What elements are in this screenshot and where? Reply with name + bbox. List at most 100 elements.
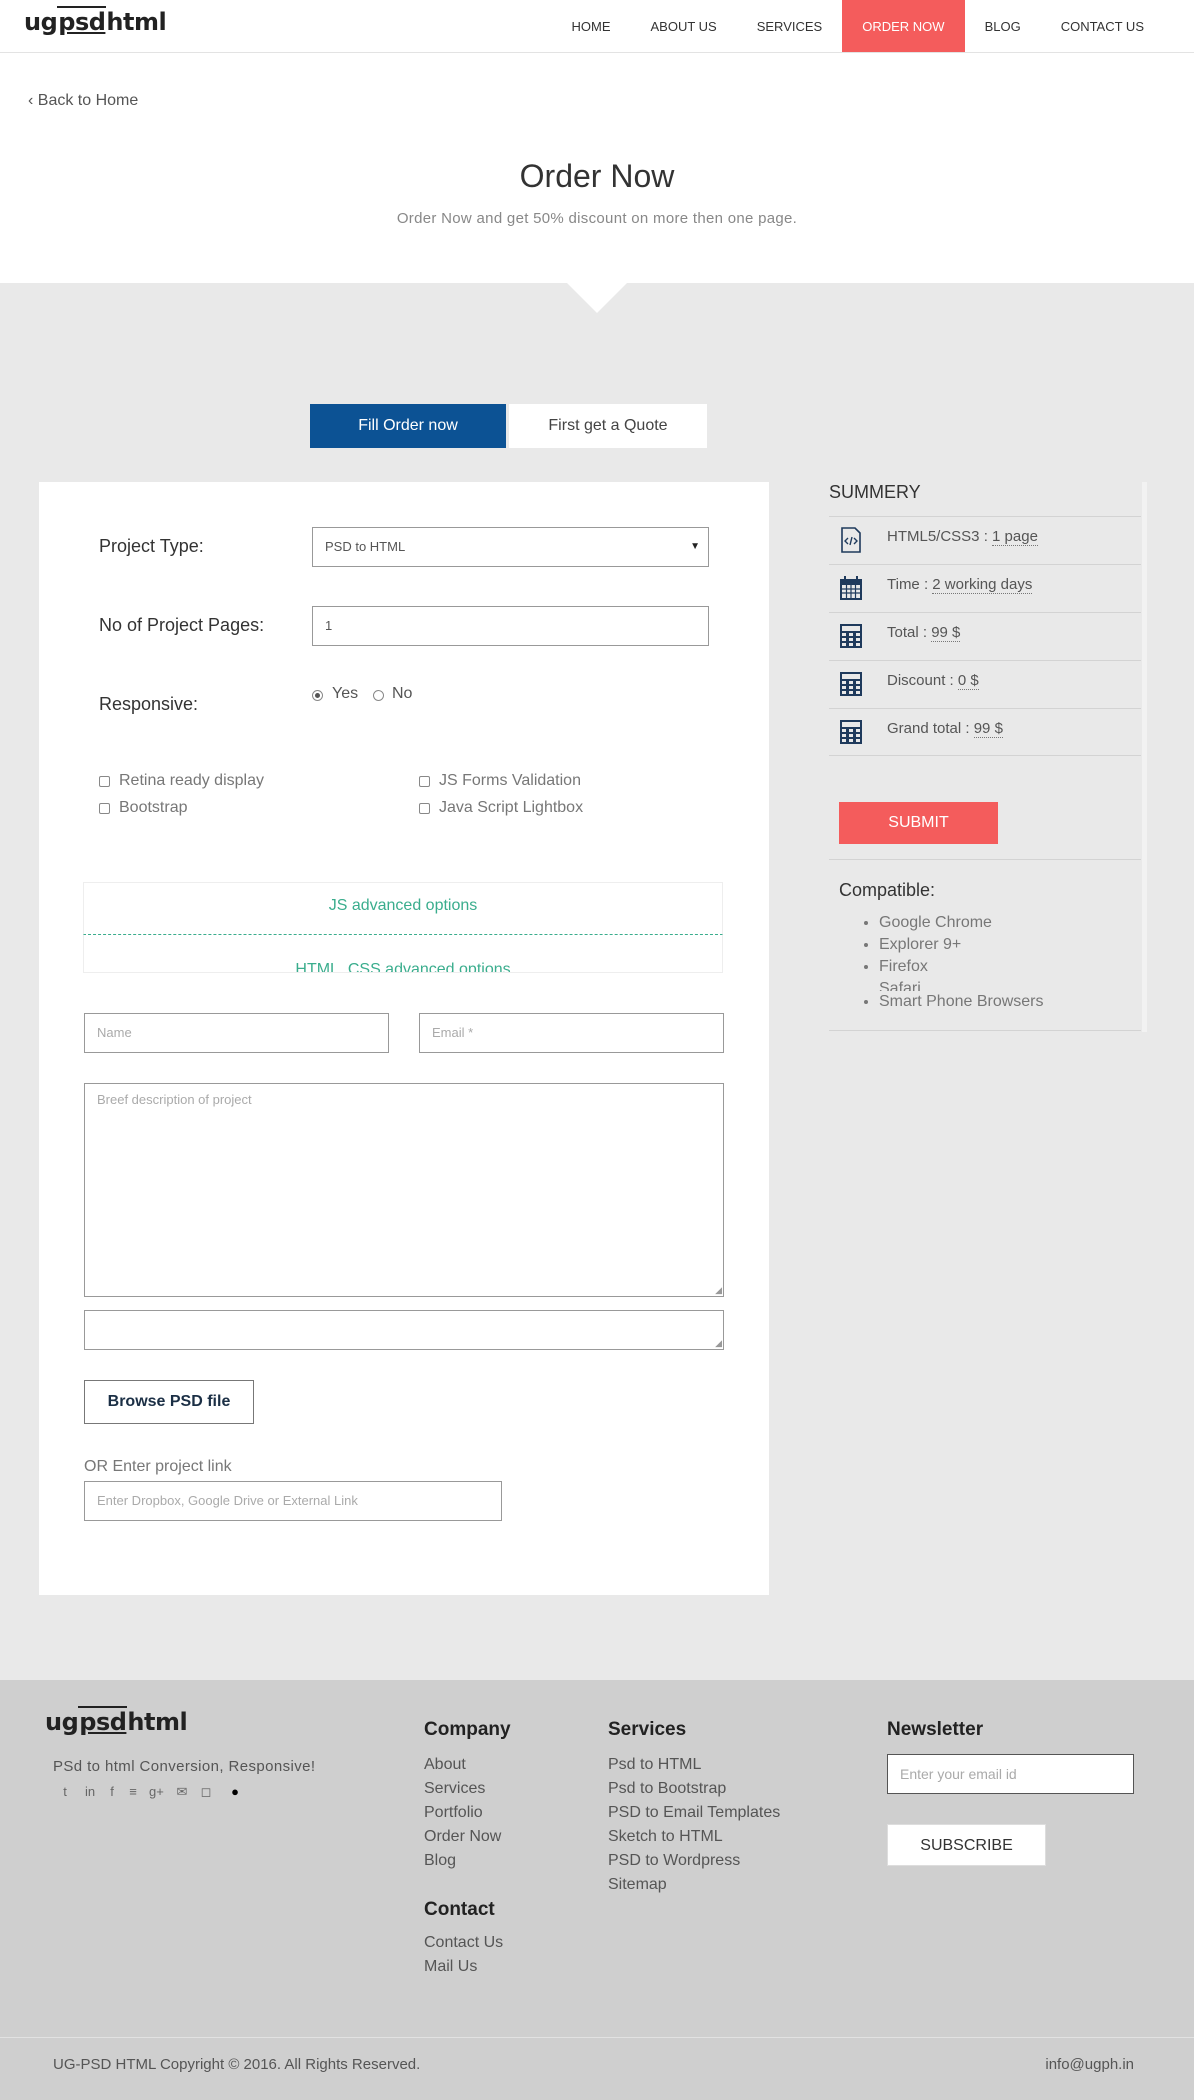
code-file-icon — [841, 527, 861, 553]
logo-part: html — [127, 1708, 188, 1736]
copyright-text: UG-PSD HTML Copyright © 2016. All Rights… — [53, 2056, 421, 2073]
list-item: Smart Phone Browsers — [879, 991, 1044, 1013]
js-forms-validation-checkbox[interactable] — [419, 776, 430, 787]
footer-link-portfolio[interactable]: Portfolio — [424, 1804, 483, 1822]
summary-row: Time : 2 working days — [829, 564, 1141, 612]
browse-psd-button[interactable]: Browse PSD file — [84, 1380, 254, 1424]
summary-label: Discount : — [887, 672, 958, 689]
footer-link-about[interactable]: About — [424, 1756, 466, 1774]
nav-about-us[interactable]: ABOUT US — [630, 0, 736, 52]
footer-link-mail-us[interactable]: Mail Us — [424, 1958, 477, 1976]
google-plus-icon[interactable]: g+ — [149, 1785, 164, 1799]
nav-blog[interactable]: BLOG — [965, 0, 1041, 52]
summary-value: 2 working days — [932, 576, 1033, 594]
nav-order-now[interactable]: ORDER NOW — [842, 0, 965, 52]
summary-value: 1 page — [992, 528, 1038, 546]
responsive-no-radio[interactable] — [373, 690, 384, 701]
footer-link-psd-to-wordpress[interactable]: PSD to Wordpress — [608, 1852, 740, 1870]
dropdown-arrow-icon: ▼ — [690, 541, 700, 552]
facebook-icon[interactable]: f — [105, 1785, 119, 1799]
name-input[interactable]: Name — [84, 1013, 389, 1053]
linkedin-icon[interactable]: in — [83, 1785, 97, 1799]
project-link-placeholder: Enter Dropbox, Google Drive or External … — [97, 1493, 358, 1508]
list-item: Explorer 9+ — [879, 934, 1044, 956]
js-lightbox-label: Java Script Lightbox — [439, 799, 584, 816]
page-title: Order Now — [519, 158, 675, 194]
subscribe-button[interactable]: SUBSCRIBE — [887, 1824, 1046, 1866]
logo-part: ug — [24, 8, 58, 36]
summary-text: Grand total : 99 $ — [887, 720, 1003, 738]
newsletter-heading: Newsletter — [887, 1719, 984, 1740]
description-textarea[interactable]: Breef description of project ◢ — [84, 1083, 724, 1297]
responsive-yes-label: Yes — [332, 685, 359, 702]
footer-link-blog[interactable]: Blog — [424, 1852, 456, 1870]
js-lightbox-checkbox[interactable] — [419, 803, 430, 814]
extra-textarea[interactable]: ◢ — [84, 1310, 724, 1350]
section-notch — [567, 283, 627, 313]
main-nav: HOME ABOUT US SERVICES ORDER NOW BLOG CO… — [551, 0, 1164, 52]
list-item: Firefox — [879, 956, 1044, 978]
responsive-yes-radio[interactable] — [312, 690, 323, 701]
resize-handle-icon[interactable]: ◢ — [715, 1338, 722, 1349]
logo-part: psd — [57, 6, 107, 36]
blogger-icon[interactable]: ● — [228, 1785, 242, 1799]
project-link-input[interactable]: Enter Dropbox, Google Drive or External … — [84, 1481, 502, 1521]
bootstrap-checkbox[interactable] — [99, 803, 110, 814]
nav-services[interactable]: SERVICES — [737, 0, 843, 52]
footer-logo[interactable]: ugpsdhtml — [45, 1706, 188, 1736]
footer-link-sitemap[interactable]: Sitemap — [608, 1876, 667, 1894]
summary-value: 99 $ — [931, 624, 961, 642]
footer-email-link[interactable]: info@ugph.in — [1045, 2056, 1134, 2073]
instagram-icon[interactable]: ◻ — [199, 1785, 213, 1799]
resize-handle-icon[interactable]: ◢ — [715, 1285, 722, 1296]
footer-link-psd-to-html[interactable]: Psd to HTML — [608, 1756, 701, 1774]
logo-part: html — [106, 8, 167, 36]
compatible-title: Compatible: — [839, 880, 936, 900]
html-css-options-label: HTML, CSS advanced options — [295, 961, 511, 973]
retina-checkbox[interactable] — [99, 776, 110, 787]
newsletter-email-input[interactable]: Enter your email id — [887, 1754, 1134, 1794]
back-link-label: Back to Home — [37, 92, 139, 109]
summary-value: 99 $ — [973, 720, 1003, 738]
submit-button[interactable]: SUBMIT — [839, 802, 998, 844]
summary-label: HTML5/CSS3 : — [887, 528, 993, 545]
footer-link-psd-to-bootstrap[interactable]: Psd to Bootstrap — [608, 1780, 726, 1798]
html-css-advanced-options-toggle[interactable]: HTML, CSS advanced options — [83, 935, 723, 973]
footer-link-services[interactable]: Services — [424, 1780, 485, 1798]
divider — [829, 859, 1141, 860]
js-advanced-options-toggle[interactable]: JS advanced options — [83, 882, 723, 935]
nav-contact-us[interactable]: CONTACT US — [1041, 0, 1164, 52]
summary-row: Discount : 0 $ — [829, 660, 1141, 708]
footer-link-contact-us[interactable]: Contact Us — [424, 1934, 503, 1952]
chevron-left-icon: ‹ — [28, 92, 38, 109]
nav-home[interactable]: HOME — [551, 0, 630, 52]
page-subtitle: Order Now and get 50% discount on more t… — [396, 210, 798, 227]
mail-icon[interactable]: ✉ — [175, 1785, 189, 1799]
back-to-home-link[interactable]: ‹ Back to Home — [28, 92, 138, 110]
email-input[interactable]: Email * — [419, 1013, 724, 1053]
responsive-no-label: No — [392, 685, 413, 702]
footer-divider — [0, 2037, 1194, 2038]
logo[interactable]: ugpsdhtml — [24, 6, 167, 36]
project-type-select[interactable]: PSD to HTML ▼ — [312, 527, 709, 567]
list-item: Google Chrome — [879, 912, 1044, 934]
contact-heading: Contact — [424, 1899, 495, 1920]
description-placeholder: Breef description of project — [97, 1092, 252, 1107]
summary-text: Time : 2 working days — [887, 576, 1033, 594]
summary-label: Time : — [887, 576, 933, 593]
twitter-icon[interactable]: t — [58, 1785, 72, 1799]
stackoverflow-icon[interactable]: ≡ — [126, 1785, 140, 1799]
logo-part: psd — [78, 1706, 128, 1736]
project-type-label: Project Type: — [99, 536, 204, 556]
summary-text: Discount : 0 $ — [887, 672, 979, 690]
footer-link-order-now[interactable]: Order Now — [424, 1828, 501, 1846]
calculator-icon — [840, 624, 862, 648]
pages-input[interactable]: 1 — [312, 606, 709, 646]
pages-label: No of Project Pages: — [99, 615, 265, 635]
tab-fill-order[interactable]: Fill Order now — [310, 404, 506, 448]
summary-title: SUMMERY — [829, 482, 921, 502]
summary-row: Total : 99 $ — [829, 612, 1141, 660]
tab-get-quote[interactable]: First get a Quote — [509, 404, 707, 448]
footer-link-psd-to-email[interactable]: PSD to Email Templates — [608, 1804, 780, 1822]
footer-link-sketch-to-html[interactable]: Sketch to HTML — [608, 1828, 723, 1846]
